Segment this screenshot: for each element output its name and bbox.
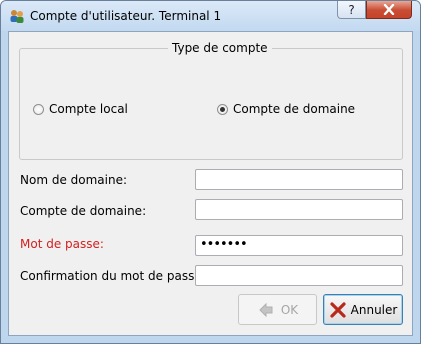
help-button[interactable]: ? bbox=[337, 1, 366, 19]
dialog-window: Compte d'utilisateur. Terminal 1 ? Type … bbox=[0, 0, 421, 344]
confirm-password-input[interactable] bbox=[195, 265, 403, 286]
radio-local-label: Compte local bbox=[49, 102, 128, 116]
domain-name-input[interactable] bbox=[195, 169, 403, 190]
close-button[interactable] bbox=[366, 1, 412, 19]
users-icon bbox=[10, 10, 24, 23]
password-input[interactable]: ••••••• bbox=[195, 235, 403, 256]
account-type-title: Type de compte bbox=[168, 41, 272, 55]
radio-domain-label: Compte de domaine bbox=[233, 102, 356, 116]
close-icon bbox=[383, 4, 395, 15]
password-label: Mot de passe: bbox=[20, 237, 104, 251]
ok-arrow-icon bbox=[259, 302, 273, 317]
cancel-x-icon bbox=[330, 301, 346, 318]
radio-domain-indicator bbox=[217, 103, 228, 115]
domain-account-label: Compte de domaine: bbox=[20, 204, 147, 218]
confirm-password-label: Confirmation du mot de passe: bbox=[20, 269, 206, 283]
domain-account-input[interactable] bbox=[195, 199, 403, 220]
domain-name-label: Nom de domaine: bbox=[20, 173, 128, 187]
radio-local-account[interactable]: Compte local bbox=[33, 102, 128, 116]
cancel-button[interactable]: Annuler bbox=[323, 294, 403, 325]
radio-local-indicator bbox=[33, 103, 44, 115]
title-bar[interactable]: Compte d'utilisateur. Terminal 1 ? bbox=[1, 1, 420, 31]
help-icon: ? bbox=[348, 2, 355, 17]
radio-domain-account[interactable]: Compte de domaine bbox=[217, 102, 355, 116]
password-value: ••••••• bbox=[200, 237, 248, 252]
window-title: Compte d'utilisateur. Terminal 1 bbox=[30, 9, 222, 23]
ok-button[interactable]: OK bbox=[238, 294, 317, 325]
dialog-body: Type de compte Compte local Compte de do… bbox=[8, 31, 413, 336]
